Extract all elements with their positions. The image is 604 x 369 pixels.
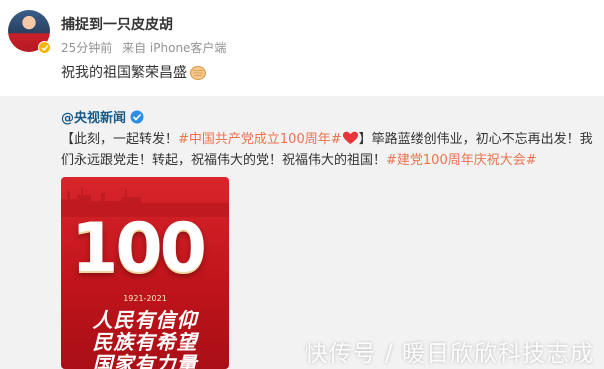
hashtag-link[interactable]: #建党100周年庆祝大会# bbox=[386, 153, 537, 168]
heart-icon bbox=[342, 131, 358, 144]
verified-badge-icon bbox=[38, 41, 51, 54]
retweeted-post: @央视新闻 【此刻，一起转发！#中国共产党成立100周年# 】筚路蓝缕创伟业，初心… bbox=[0, 96, 604, 369]
retweet-text: 【此刻，一起转发！#中国共产党成立100周年# 】筚路蓝缕创伟业，初心不忘再出发！… bbox=[61, 129, 601, 171]
post-text: 祝我的祖国繁荣昌盛 bbox=[61, 65, 187, 81]
fist-icon bbox=[190, 66, 206, 80]
retweet-text-part: 【此刻，一起转发！ bbox=[61, 132, 179, 147]
retweet-author[interactable]: @央视新闻 bbox=[61, 107, 144, 126]
post-source: 来自 iPhone客户端 bbox=[122, 41, 227, 55]
post-meta: 25分钟前 来自 iPhone客户端 bbox=[61, 39, 226, 56]
watermark: 快传号 / 暖日欣欣科技志成 bbox=[304, 341, 594, 367]
poster-slogan: 人民有信仰 bbox=[92, 308, 198, 332]
weibo-post: 捕捉到一只皮皮胡 25分钟前 来自 iPhone客户端 祝我的祖国繁荣昌盛 bbox=[0, 0, 604, 96]
blue-verified-icon bbox=[130, 110, 144, 123]
poster-years: 1921-2021 bbox=[123, 294, 167, 303]
hashtag-link[interactable]: #中国共产党成立100周年# bbox=[178, 132, 342, 147]
retweet-author-name[interactable]: @央视新闻 bbox=[61, 107, 126, 126]
post-time[interactable]: 25分钟前 bbox=[61, 41, 112, 55]
post-content: 祝我的祖国繁荣昌盛 bbox=[61, 62, 207, 82]
poster-slogan: 国家有力量 bbox=[92, 352, 198, 369]
anniversary-poster-image[interactable]: 100 1921-2021 人民有信仰 民族有希望 国家有力量 bbox=[61, 177, 229, 369]
poster-slogan: 民族有希望 bbox=[92, 330, 198, 354]
post-username[interactable]: 捕捉到一只皮皮胡 bbox=[61, 14, 173, 34]
poster-slogans: 人民有信仰 民族有希望 国家有力量 bbox=[61, 309, 229, 369]
poster-number: 100 bbox=[71, 209, 207, 288]
